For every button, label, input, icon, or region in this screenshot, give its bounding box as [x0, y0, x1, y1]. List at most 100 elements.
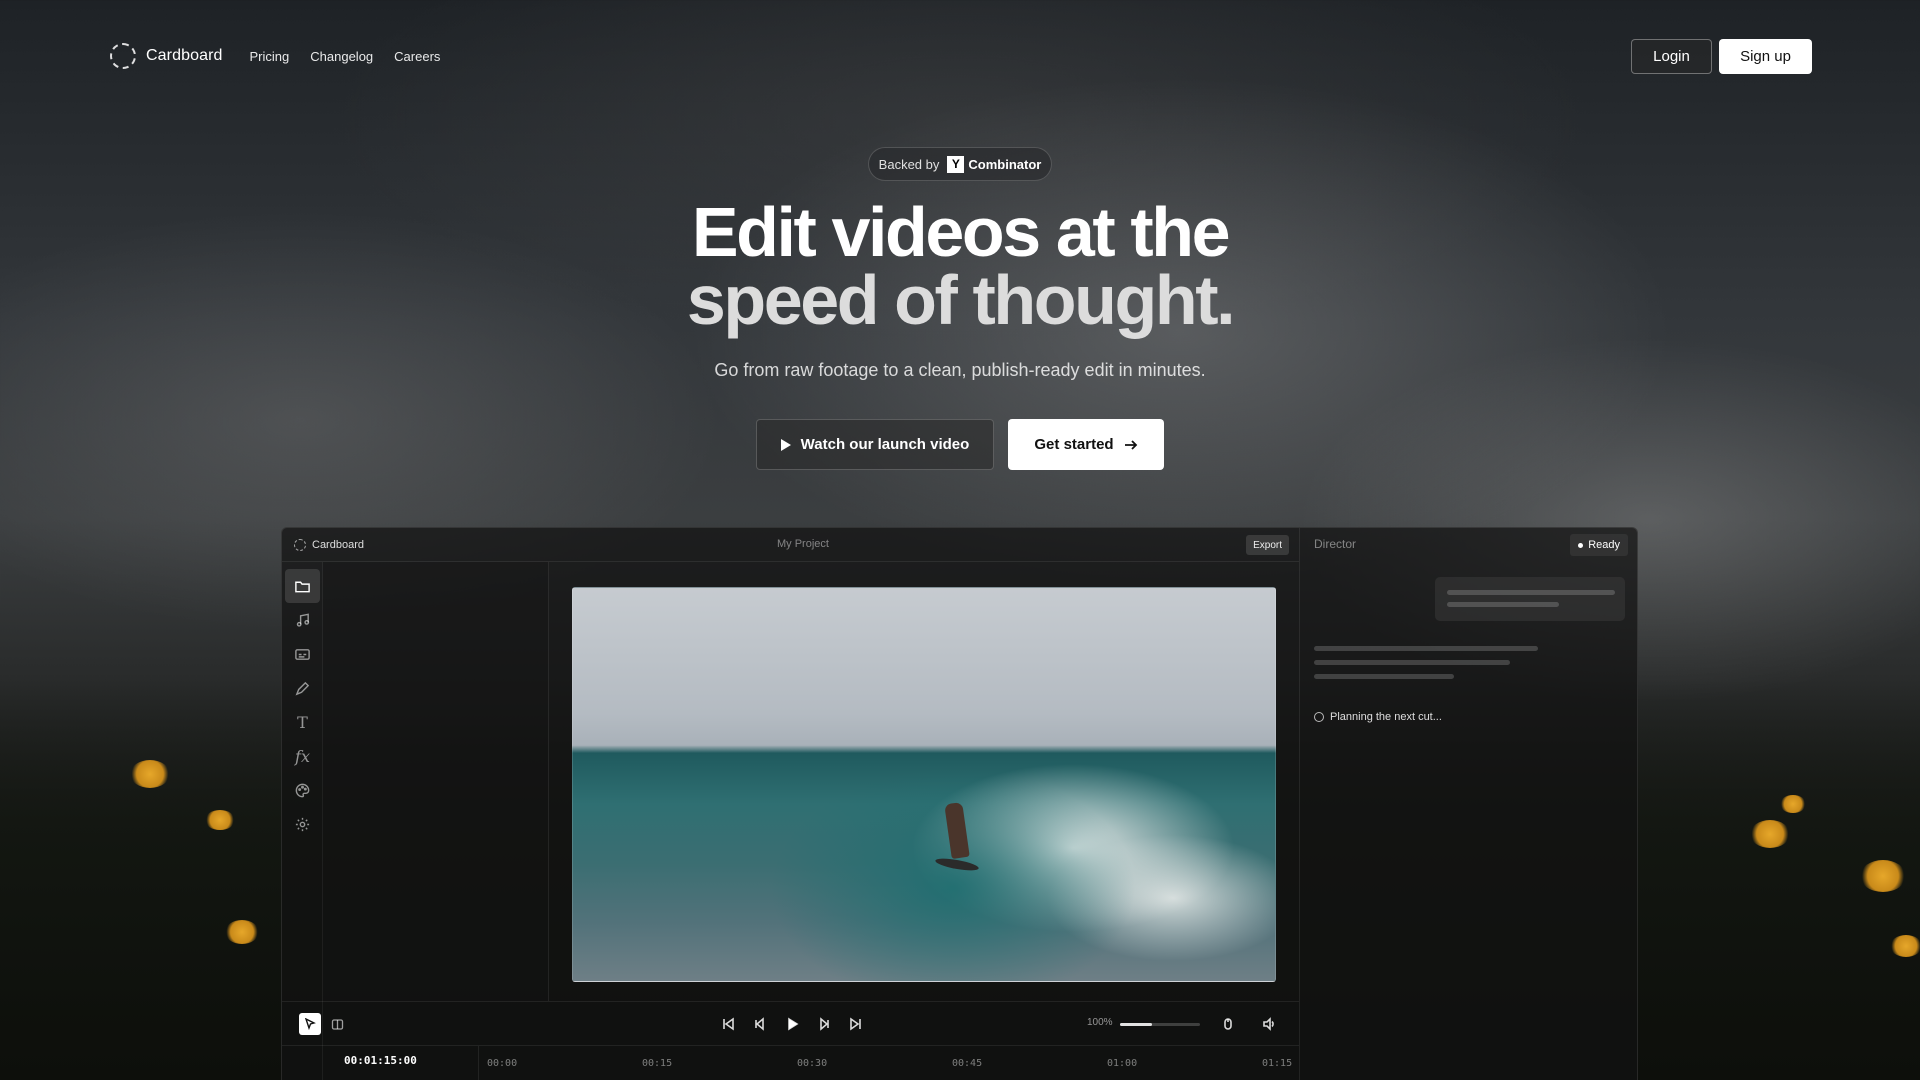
step-back-button[interactable]	[751, 1015, 769, 1033]
login-button[interactable]: Login	[1631, 38, 1712, 74]
music-icon	[296, 613, 310, 627]
project-name[interactable]: My Project	[777, 538, 829, 550]
rail-item-audio[interactable]	[285, 603, 320, 637]
pointer-icon	[304, 1018, 316, 1030]
skip-back-icon	[723, 1017, 734, 1031]
user-message-bubble	[1435, 577, 1625, 621]
ruler-tick: 01:00	[1107, 1058, 1138, 1069]
ruler-tick: 01:15	[1262, 1058, 1293, 1069]
ruler-tick: 00:15	[642, 1058, 673, 1069]
settings-icon	[295, 817, 310, 831]
get-started-label: Get started	[1034, 436, 1114, 453]
director-panel: Director Ready Planning the next cut...	[1299, 528, 1637, 1080]
message-placeholder-line	[1447, 602, 1559, 607]
media-panel	[323, 562, 549, 1001]
response-placeholder-line	[1314, 660, 1510, 665]
rail-item-settings[interactable]	[285, 807, 320, 841]
text-icon: T	[297, 712, 308, 732]
rail-item-captions[interactable]	[285, 637, 320, 671]
nav-link-pricing[interactable]: Pricing	[250, 49, 290, 64]
cardboard-logo-icon	[110, 43, 136, 69]
ruler-tick: 00:00	[487, 1058, 518, 1069]
arrow-right-icon	[1124, 439, 1137, 450]
play-icon	[780, 438, 791, 451]
cardboard-logo-icon	[294, 538, 306, 551]
brand[interactable]: Cardboard	[110, 43, 223, 69]
nav-link-changelog[interactable]: Changelog	[310, 49, 373, 64]
split-icon	[331, 1018, 343, 1030]
pen-icon	[295, 681, 310, 695]
hero-title: Edit videos at the speed of thought.	[0, 193, 1920, 339]
message-placeholder-line	[1447, 590, 1615, 595]
step-forward-button[interactable]	[815, 1015, 833, 1033]
auth-buttons: Login Sign up	[1631, 38, 1812, 74]
rail-item-color[interactable]	[285, 773, 320, 807]
timeline[interactable]: 00:01:15:00 00:00 00:15 00:30 00:45 01:0…	[282, 1045, 1299, 1080]
rail-item-text[interactable]: T	[285, 705, 320, 739]
yc-logo-icon: Y	[947, 155, 965, 173]
volume-button[interactable]	[1260, 1015, 1278, 1033]
response-placeholder-line	[1314, 646, 1538, 651]
badge-name: Combinator	[968, 156, 1042, 172]
timeline-ruler[interactable]: 00:00 00:15 00:30 00:45 01:00 01:15	[478, 1046, 1299, 1080]
hero-title-line-1: Edit videos at the	[691, 193, 1231, 271]
editor-window: Cardboard My Project Export T fx 100% 00…	[281, 527, 1638, 1080]
planning-status: Planning the next cut...	[1314, 711, 1442, 723]
status-badge: Ready	[1570, 534, 1628, 556]
palette-icon	[295, 783, 310, 797]
yc-badge[interactable]: Backed by Y Combinator	[868, 147, 1052, 181]
ruler-tick: 00:45	[952, 1058, 983, 1069]
folder-icon	[295, 581, 310, 592]
skip-forward-icon	[850, 1017, 861, 1031]
zoom-level: 100%	[1087, 1017, 1113, 1028]
signup-button[interactable]: Sign up	[1719, 38, 1812, 74]
zoom-slider-fill	[1120, 1023, 1152, 1026]
hero-subtitle: Go from raw footage to a clean, publish-…	[714, 360, 1206, 380]
response-placeholder-line	[1314, 674, 1454, 679]
flower-decor	[225, 920, 259, 944]
status-dot-icon	[1578, 542, 1584, 548]
flower-decor	[205, 810, 235, 830]
playback-controls: 100%	[282, 1001, 1299, 1045]
rail-item-effects[interactable]: fx	[285, 739, 320, 773]
export-button[interactable]: Export	[1246, 535, 1289, 555]
hero-title-line-2: speed of thought.	[686, 261, 1236, 339]
timecode: 00:01:15:00	[344, 1054, 417, 1067]
step-back-icon	[755, 1017, 764, 1031]
planning-text: Planning the next cut...	[1330, 711, 1442, 723]
fx-icon: fx	[295, 746, 310, 766]
watch-launch-video-button[interactable]: Watch our launch video	[756, 419, 994, 470]
brand-name: Cardboard	[146, 47, 223, 64]
flower-decor	[1750, 820, 1790, 848]
zoom-slider[interactable]	[1120, 1023, 1200, 1026]
nav-link-careers[interactable]: Careers	[394, 49, 440, 64]
thinking-icon	[1314, 712, 1324, 722]
split-tool-button[interactable]	[326, 1013, 348, 1035]
video-preview[interactable]	[572, 587, 1276, 982]
flower-decor	[130, 760, 170, 788]
nav-links: Pricing Changelog Careers	[250, 49, 441, 64]
volume-icon	[1263, 1017, 1274, 1031]
skip-to-start-button[interactable]	[719, 1015, 737, 1033]
director-title: Director	[1314, 537, 1357, 551]
wave-image	[573, 738, 1275, 981]
flower-decor	[1890, 935, 1920, 957]
rail-item-media[interactable]	[285, 569, 320, 603]
flower-decor	[1860, 860, 1906, 892]
get-started-button[interactable]: Get started	[1008, 419, 1164, 470]
play-icon	[788, 1017, 799, 1031]
watch-button-label: Watch our launch video	[800, 436, 970, 453]
editor-topbar: Cardboard My Project Export	[282, 528, 1299, 562]
skip-to-end-button[interactable]	[847, 1015, 865, 1033]
top-nav: Cardboard Pricing Changelog Careers Logi…	[110, 38, 1812, 74]
captions-icon	[295, 648, 310, 660]
rail-item-draw[interactable]	[285, 671, 320, 705]
select-tool-button[interactable]	[299, 1013, 321, 1035]
status-text: Ready	[1588, 539, 1620, 551]
snap-icon	[1224, 1018, 1232, 1030]
ruler-tick: 00:30	[797, 1058, 828, 1069]
magnet-button[interactable]	[1219, 1015, 1237, 1033]
badge-prefix: Backed by	[878, 156, 940, 172]
play-button[interactable]	[783, 1015, 801, 1033]
step-forward-icon	[820, 1017, 829, 1031]
